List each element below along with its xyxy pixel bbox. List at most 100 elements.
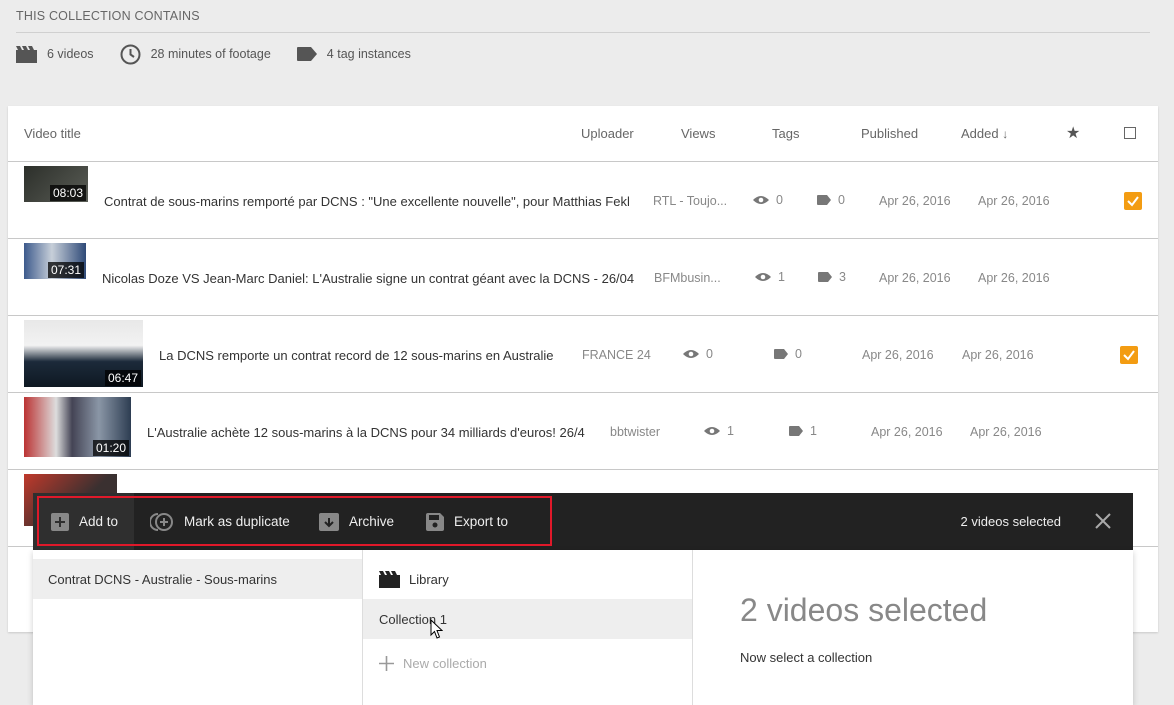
video-title[interactable]: Contrat de sous-marins remporté par DCNS… <box>104 194 630 209</box>
export-to-button[interactable]: Export to <box>426 493 508 550</box>
new-collection-button[interactable]: New collection <box>363 643 692 683</box>
add-to-button[interactable]: Add to <box>33 493 134 550</box>
tags-count: 0 <box>774 347 802 361</box>
add-to-label: Add to <box>79 514 119 529</box>
mark-duplicate-label: Mark as duplicate <box>184 514 290 529</box>
new-collection-label: New collection <box>403 655 487 671</box>
tags-value: 0 <box>838 193 845 207</box>
views-count: 1 <box>704 424 734 438</box>
table-row[interactable]: 07:31 Nicolas Doze VS Jean-Marc Daniel: … <box>8 239 1158 316</box>
stat-footage: 28 minutes of footage <box>120 44 271 65</box>
table-header: Video title Uploader Views Tags Publishe… <box>8 106 1158 162</box>
header-uploader[interactable]: Uploader <box>581 126 634 141</box>
archive-button[interactable]: Archive <box>319 493 394 550</box>
select-all-checkbox[interactable] <box>1124 127 1136 139</box>
tags-value: 0 <box>795 347 802 361</box>
video-thumbnail[interactable]: 06:47 <box>24 320 143 387</box>
archive-label: Archive <box>349 514 395 529</box>
arrow-down-icon: ↓ <box>1002 127 1009 141</box>
video-title[interactable]: La DCNS remporte un contrat record de 12… <box>159 348 554 363</box>
tag-icon <box>774 349 788 359</box>
header-tags[interactable]: Tags <box>772 126 799 141</box>
mark-duplicate-button[interactable]: Mark as duplicate <box>150 493 290 550</box>
header-views[interactable]: Views <box>681 126 715 141</box>
uploader[interactable]: bbtwister <box>610 425 660 439</box>
views-count: 1 <box>755 270 785 284</box>
uploader[interactable]: BFMbusin... <box>654 271 721 285</box>
header-added[interactable]: Added ↓ <box>961 126 1008 141</box>
eye-icon <box>753 196 769 204</box>
selected-count: 2 videos selected <box>960 514 1061 529</box>
tags-value: 1 <box>810 424 817 438</box>
published-date: Apr 26, 2016 <box>879 271 951 285</box>
selection-headline: 2 videos selected <box>740 592 988 628</box>
save-icon <box>426 512 444 531</box>
header-published[interactable]: Published <box>861 126 918 141</box>
stat-videos: 6 videos <box>16 45 94 63</box>
eye-icon <box>683 350 699 358</box>
clock-icon <box>120 44 141 64</box>
views-value: 1 <box>778 270 785 284</box>
collection-1-item[interactable]: Collection 1 <box>363 599 692 639</box>
checkmark-icon <box>1127 196 1139 207</box>
stat-tags: 4 tag instances <box>296 47 411 61</box>
uploader[interactable]: RTL - Toujo... <box>653 194 727 208</box>
star-icon[interactable]: ★ <box>1066 123 1080 143</box>
eye-icon <box>704 427 720 435</box>
export-to-label: Export to <box>454 514 509 529</box>
table-row[interactable]: 01:20 L'Australie achète 12 sous-marins … <box>8 393 1158 470</box>
close-icon[interactable] <box>1093 511 1113 534</box>
checkmark-icon <box>1123 350 1135 361</box>
duration-badge: 06:47 <box>104 370 141 386</box>
row-checkbox[interactable] <box>1124 192 1142 210</box>
header-title[interactable]: Video title <box>24 126 81 141</box>
video-thumbnail[interactable]: 01:20 <box>24 397 131 457</box>
clapperboard-icon <box>16 45 37 63</box>
views-count: 0 <box>753 193 783 207</box>
summary-stats: 6 videos 28 minutes of footage 4 tag ins… <box>16 33 1150 75</box>
video-title[interactable]: L'Australie achète 12 sous-marins à la D… <box>147 425 585 440</box>
uploader[interactable]: FRANCE 24 <box>582 348 651 362</box>
video-thumbnail[interactable]: 07:31 <box>24 243 86 279</box>
published-date: Apr 26, 2016 <box>871 425 943 439</box>
eye-icon <box>755 273 771 281</box>
library-item[interactable]: Library <box>363 559 692 599</box>
plus-icon <box>379 655 394 671</box>
add-to-panel: Contrat DCNS - Australie - Sous-marins L… <box>33 550 1133 705</box>
duration-badge: 01:20 <box>92 440 129 456</box>
row-checkbox[interactable] <box>1120 346 1138 364</box>
views-value: 1 <box>727 424 734 438</box>
views-count: 0 <box>683 347 713 361</box>
plus-box-icon <box>51 512 69 531</box>
published-date: Apr 26, 2016 <box>862 348 934 362</box>
video-title[interactable]: Nicolas Doze VS Jean-Marc Daniel: L'Aust… <box>102 271 634 286</box>
collection-item[interactable]: Contrat DCNS - Australie - Sous-marins <box>33 559 362 599</box>
added-date: Apr 26, 2016 <box>978 194 1050 208</box>
library-label: Library <box>409 571 449 587</box>
source-column: Contrat DCNS - Australie - Sous-marins <box>33 550 363 705</box>
tag-icon <box>817 195 831 205</box>
selection-info: 2 videos selected Now select a collectio… <box>693 550 1133 705</box>
views-value: 0 <box>706 347 713 361</box>
destination-column: Library Collection 1 New collection <box>363 550 693 705</box>
mouse-cursor-icon <box>430 619 443 639</box>
tag-icon <box>818 272 832 282</box>
duration-badge: 07:31 <box>47 262 84 278</box>
archive-icon <box>319 512 339 531</box>
summary-title: THIS COLLECTION CONTAINS <box>16 0 1150 33</box>
table-row[interactable]: 06:47 La DCNS remporte un contrat record… <box>8 316 1158 393</box>
views-value: 0 <box>776 193 783 207</box>
stat-videos-label: 6 videos <box>47 47 94 61</box>
table-row[interactable]: 08:03 Contrat de sous-marins remporté pa… <box>8 162 1158 239</box>
selection-instruction: Now select a collection <box>740 650 873 665</box>
stat-tags-label: 4 tag instances <box>326 47 411 61</box>
tags-value: 3 <box>839 270 846 284</box>
tags-count: 1 <box>789 424 817 438</box>
video-thumbnail[interactable]: 08:03 <box>24 166 88 202</box>
selection-toolbar: Add to Mark as duplicate Archive Export … <box>33 493 1133 550</box>
added-date: Apr 26, 2016 <box>978 271 1050 285</box>
clapperboard-icon <box>379 570 400 588</box>
tags-count: 3 <box>818 270 846 284</box>
collection-summary: THIS COLLECTION CONTAINS 6 videos 28 min… <box>16 0 1150 75</box>
header-added-label: Added <box>961 126 999 141</box>
